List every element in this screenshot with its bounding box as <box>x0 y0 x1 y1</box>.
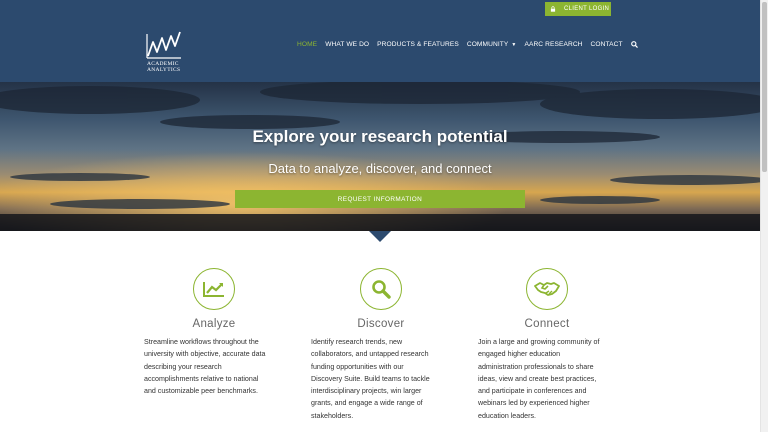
client-login-button[interactable]: CLIENT LOGIN <box>545 2 611 16</box>
handshake-icon <box>534 282 560 296</box>
feature-desc-connect: Join a large and growing community of en… <box>478 336 648 422</box>
desc-line: Streamline workflows throughout the <box>144 338 259 346</box>
logo-mark <box>146 31 181 59</box>
desc-line: ideas, view and create best practices, <box>478 374 597 383</box>
feature-title-connect: Connect <box>524 318 570 330</box>
analyze-icon-circle[interactable] <box>193 268 235 310</box>
page: { "colors": {"header_bg": "#2c4a6e", "ac… <box>0 0 768 432</box>
desc-line: engaged higher education <box>478 350 561 359</box>
feature-title-analyze: Analyze <box>192 318 236 330</box>
desc-line: webinars led by experienced higher <box>478 399 590 408</box>
desc-line: and customizable peer benchmarks. <box>144 387 258 396</box>
feature-desc-analyze: Streamline workflows throughout the univ… <box>144 336 314 397</box>
connect-icon-circle[interactable] <box>526 268 568 310</box>
desc-line: university with objective, accurate data <box>144 350 266 359</box>
nav-item-contact[interactable]: CONTACT <box>591 41 623 48</box>
nav-item-home[interactable]: HOME <box>297 41 317 48</box>
search-icon[interactable] <box>630 41 638 48</box>
desc-line: administration professionals to share <box>478 362 594 371</box>
chart-icon <box>203 282 224 297</box>
hero-banner: Explore your research potential Data to … <box>0 82 760 231</box>
desc-line: Join a large and growing community of <box>478 338 600 346</box>
hero-down-arrow <box>369 231 391 242</box>
desc-line: and participate in conferences and <box>478 387 587 396</box>
lock-icon <box>550 6 556 12</box>
desc-line: accomplishments relative to national <box>144 374 259 383</box>
feature-desc-discover: Identify research trends, new collaborat… <box>311 336 481 422</box>
nav-item-community-label: COMMUNITY <box>466 41 509 48</box>
desc-line: stakeholders. <box>311 411 354 420</box>
nav-item-products-features[interactable]: PRODUCTS & FEATURES <box>377 41 459 48</box>
nav-item-aarc-research[interactable]: AARC RESEARCH <box>524 41 582 48</box>
search-icon <box>372 280 391 299</box>
nav-item-what-we-do[interactable]: WHAT WE DO <box>325 41 369 48</box>
desc-line: describing your research <box>144 362 222 371</box>
client-login-label: CLIENT LOGIN <box>564 6 610 12</box>
request-information-button[interactable]: REQUEST INFORMATION <box>235 190 525 208</box>
feature-title-discover: Discover <box>357 318 405 330</box>
page-scrollbar[interactable] <box>760 0 768 432</box>
sunset-sky-image <box>0 82 760 231</box>
desc-line: Discovery Suite. Build teams to tackle <box>311 374 430 383</box>
desc-line: funding opportunities with our <box>311 362 404 371</box>
logo-text-analytics: ANALYTICS <box>147 67 181 73</box>
hero-subtitle: Data to analyze, discover, and connect <box>268 161 492 176</box>
chevron-down-icon: ▼ <box>511 41 517 48</box>
hero-title: Explore your research potential <box>252 127 508 146</box>
desc-line: grants, and engage a wide range of <box>311 399 423 408</box>
desc-line: collaborators, and untapped research <box>311 350 429 359</box>
site-header: CLIENT LOGIN ACADEMIC ANALYTICS HOME WHA… <box>0 0 760 82</box>
main-nav: HOME WHAT WE DO PRODUCTS & FEATURES COMM… <box>297 41 638 48</box>
nav-item-community[interactable]: COMMUNITY ▼ <box>467 41 517 48</box>
discover-icon-circle[interactable] <box>360 268 402 310</box>
desc-line: interdisciplinary projects, win larger <box>311 387 422 396</box>
desc-line: Identify research trends, new <box>311 338 403 346</box>
academic-analytics-logo[interactable]: ACADEMIC ANALYTICS <box>145 30 183 74</box>
scrollbar-thumb[interactable] <box>762 2 767 172</box>
desc-line: education leaders. <box>478 411 536 420</box>
